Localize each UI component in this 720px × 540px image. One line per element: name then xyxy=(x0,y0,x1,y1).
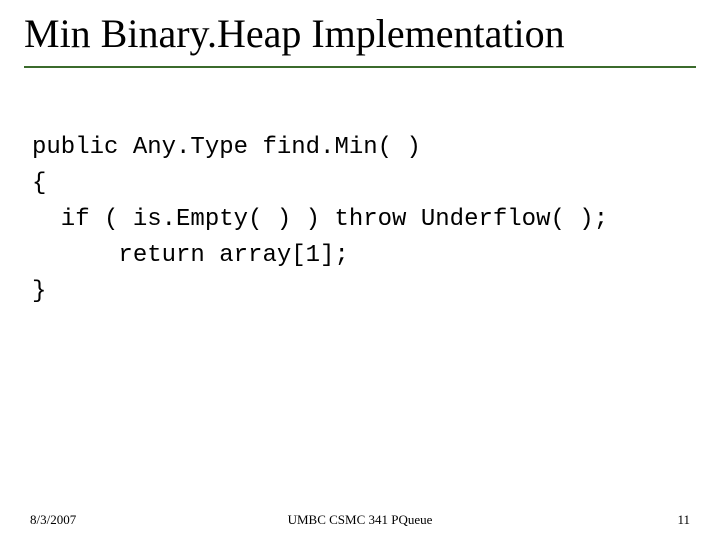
code-block: public Any.Type find.Min( ) { if ( is.Em… xyxy=(32,130,688,310)
footer-page-number: 11 xyxy=(677,512,690,528)
code-line-4: return array[1]; xyxy=(32,242,349,269)
code-line-5: } xyxy=(32,278,46,305)
code-line-1: public Any.Type find.Min( ) xyxy=(32,134,421,161)
title-underline xyxy=(24,66,696,68)
footer: 8/3/2007 UMBC CSMC 341 PQueue 11 xyxy=(0,508,720,528)
title-block: Min Binary.Heap Implementation xyxy=(24,12,696,68)
code-line-2: { xyxy=(32,170,46,197)
footer-center: UMBC CSMC 341 PQueue xyxy=(0,512,720,528)
slide: Min Binary.Heap Implementation public An… xyxy=(0,0,720,540)
code-line-3: if ( is.Empty( ) ) throw Underflow( ); xyxy=(32,206,608,233)
page-title: Min Binary.Heap Implementation xyxy=(24,12,696,62)
